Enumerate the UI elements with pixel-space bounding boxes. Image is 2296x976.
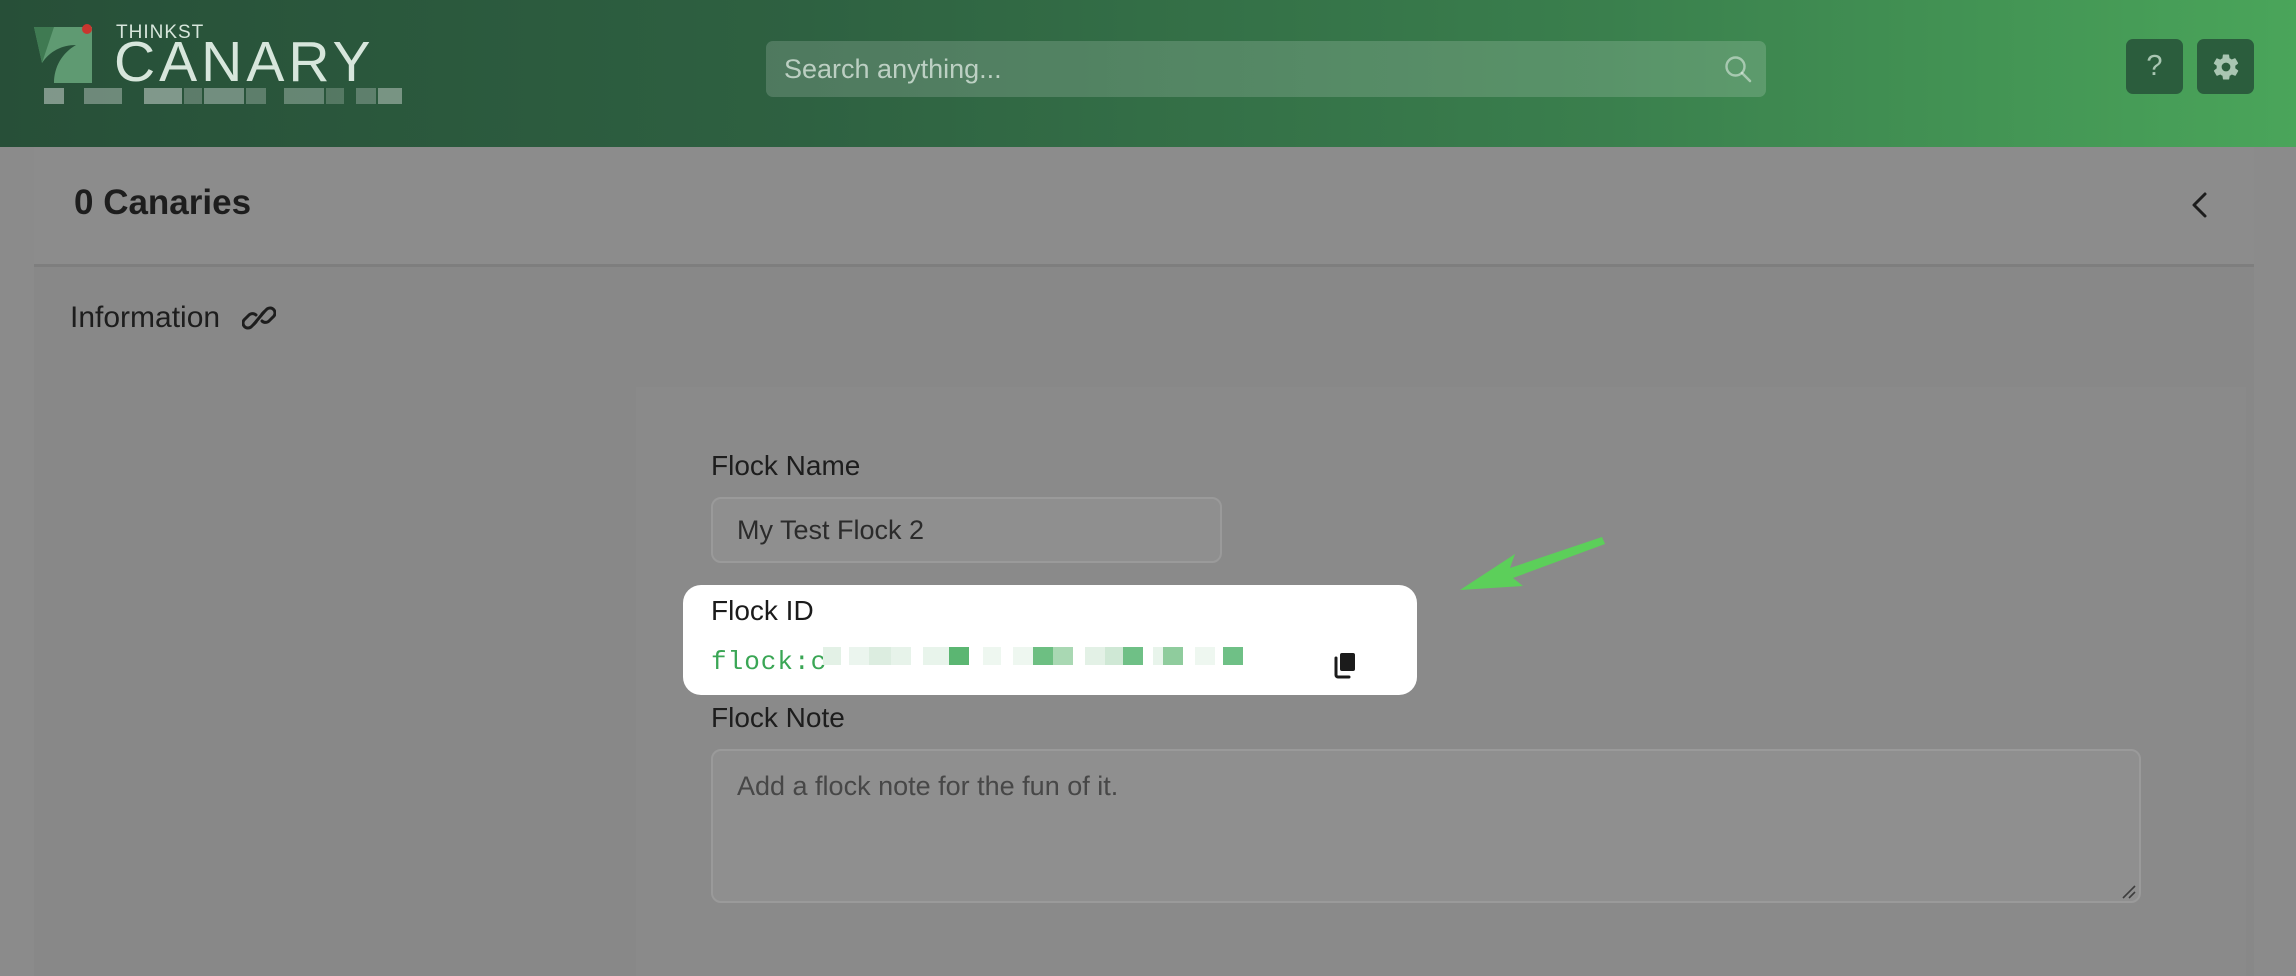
search-input[interactable] [782,52,1710,86]
flock-note-textarea[interactable] [711,749,2141,903]
panel-title: 0 Canaries [74,183,252,222]
settings-button[interactable] [2197,39,2254,94]
information-section-title: Information [70,301,277,335]
gear-icon [2213,53,2238,80]
help-button[interactable]: ? [2126,39,2183,94]
collapse-panel-button[interactable] [2178,183,2222,227]
copy-flock-id-button[interactable] [1327,647,1363,683]
flock-name-input[interactable] [711,497,1222,563]
chevron-left-icon [2192,192,2207,218]
thinkst-canary-logo[interactable]: THINKST CANARY [32,20,412,110]
section-title-label: Information [70,301,221,334]
help-icon: ? [2146,50,2163,82]
redacted-subtitle [44,88,404,104]
annotation-arrow-icon [1460,537,1605,590]
redacted-flock-id [823,647,1263,667]
global-search[interactable] [766,41,1766,97]
resize-handle-icon[interactable] [2120,883,2136,899]
top-header: THINKST CANARY ? [0,0,2296,147]
flock-id-label: Flock ID [711,595,814,626]
flock-id-highlight-card: Flock ID flock:c [683,585,1417,695]
flock-note-label: Flock Note [711,702,845,733]
canary-bird-logo-icon [34,24,92,83]
copy-icon [1334,653,1355,679]
link-icon[interactable] [242,304,277,332]
flock-name-label: Flock Name [711,450,861,481]
search-icon[interactable] [1710,41,1766,97]
panel-header: 0 Canaries [34,147,2254,267]
flock-id-value: flock:c [711,647,828,677]
brand-name-text: CANARY [114,30,375,94]
